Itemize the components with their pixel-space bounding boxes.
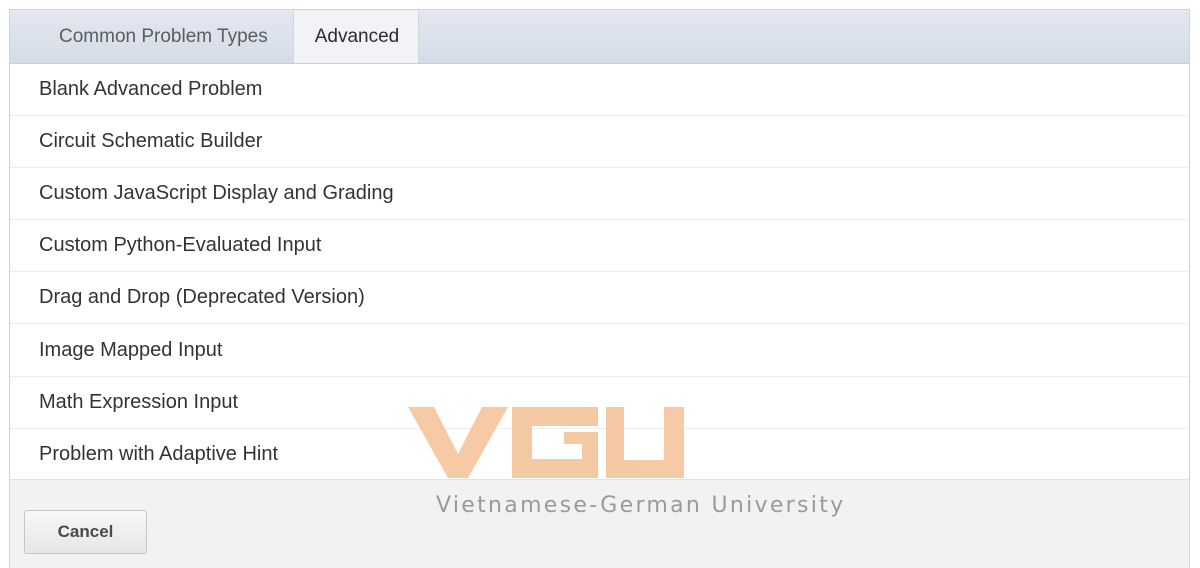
tab-common-problem-types[interactable]: Common Problem Types (40, 10, 293, 63)
tab-advanced[interactable]: Advanced (292, 10, 420, 63)
menu-footer: Cancel (10, 479, 1189, 568)
list-item-custom-javascript[interactable]: Custom JavaScript Display and Grading (10, 168, 1189, 221)
list-item-custom-python[interactable]: Custom Python-Evaluated Input (10, 220, 1189, 273)
problem-type-menu: Common Problem Types Advanced Blank Adva… (9, 9, 1190, 568)
tab-bar: Common Problem Types Advanced (10, 10, 1189, 64)
list-item-blank-advanced-problem[interactable]: Blank Advanced Problem (10, 64, 1189, 117)
list-item-image-mapped-input[interactable]: Image Mapped Input (10, 324, 1189, 377)
advanced-problem-list: Blank Advanced Problem Circuit Schematic… (10, 64, 1189, 481)
list-item-adaptive-hint[interactable]: Problem with Adaptive Hint (10, 429, 1189, 481)
list-item-math-expression-input[interactable]: Math Expression Input (10, 377, 1189, 429)
list-item-drag-and-drop[interactable]: Drag and Drop (Deprecated Version) (10, 272, 1189, 325)
list-item-circuit-schematic-builder[interactable]: Circuit Schematic Builder (10, 116, 1189, 169)
cancel-button[interactable]: Cancel (24, 510, 147, 554)
